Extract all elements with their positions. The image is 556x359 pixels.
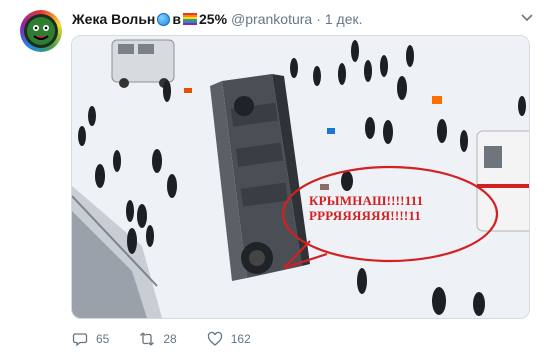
overlay-line-2: РРРЯЯЯЯЯЯ!!!!11 [309, 208, 422, 223]
rainbow-flag-icon [183, 13, 198, 25]
author-percent: 25% [199, 11, 228, 27]
chevron-down-icon[interactable] [520, 10, 534, 24]
reply-icon [72, 333, 88, 347]
retweet-count: 28 [163, 332, 177, 346]
like-button[interactable]: 162 [207, 331, 251, 347]
photo-overlay-caption: КРЫМНАШ!!!!111 РРРЯЯЯЯЯЯ!!!!11 [309, 193, 489, 223]
header-separator: · [316, 11, 321, 27]
author-handle[interactable]: @prankotura [231, 11, 312, 27]
tweet-photo[interactable]: КРЫМНАШ!!!!111 РРРЯЯЯЯЯЯ!!!!11 [71, 35, 530, 319]
globe-icon [157, 12, 171, 26]
tweet-date[interactable]: 1 дек. [325, 11, 363, 27]
avatar-face [24, 14, 58, 48]
overlay-line-1: КРЫМНАШ!!!!111 [309, 193, 424, 208]
van-shape [111, 39, 175, 88]
retweet-icon [140, 332, 155, 346]
author-name[interactable]: Жека Вольн [72, 11, 155, 27]
tweet-actions: 65 28 162 [72, 331, 281, 347]
avatar[interactable] [20, 10, 62, 52]
photo-scene [72, 36, 529, 318]
retweet-button[interactable]: 28 [139, 331, 177, 347]
like-count: 162 [230, 332, 251, 346]
tweet-card[interactable]: Жека Вольн в 25% @prankotura · 1 дек. КР… [0, 0, 556, 359]
author-name-suffix[interactable]: в [172, 11, 181, 27]
reply-button[interactable]: 65 [72, 331, 109, 347]
reply-count: 65 [96, 332, 110, 346]
heart-icon [207, 331, 222, 346]
tweet-header: Жека Вольн в 25% @prankotura · 1 дек. [72, 10, 363, 28]
